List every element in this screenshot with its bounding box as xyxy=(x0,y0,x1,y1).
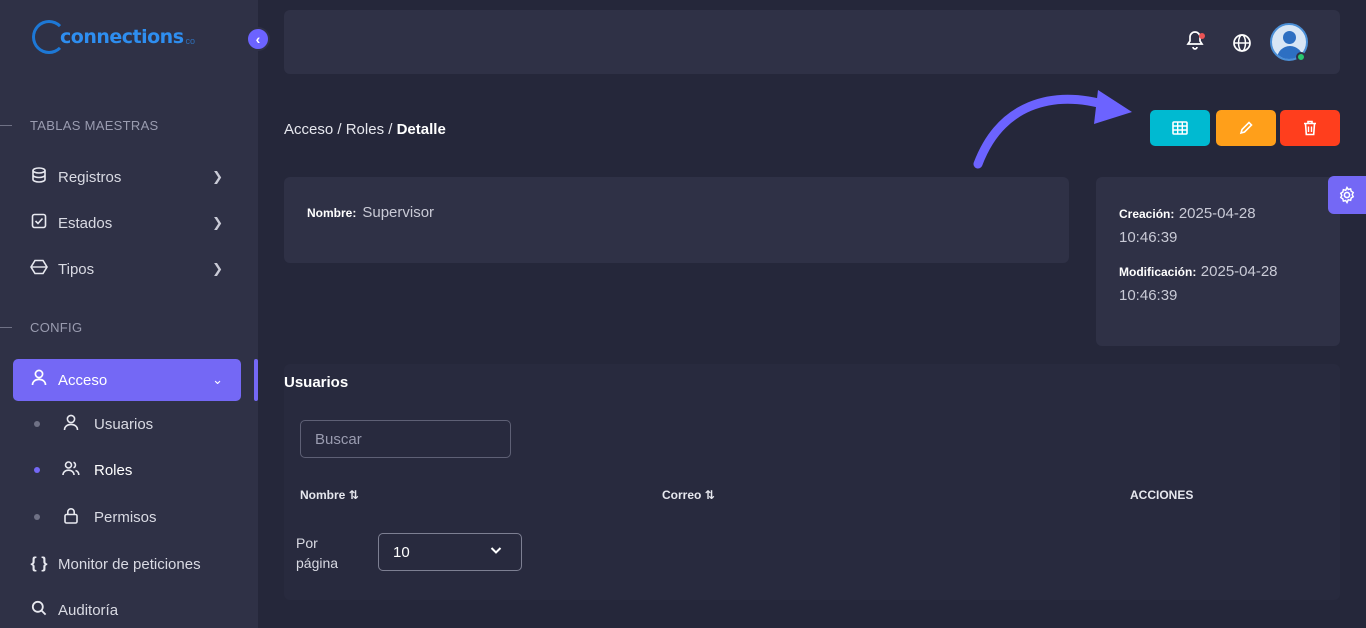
edit-button[interactable] xyxy=(1216,110,1276,146)
pencil-icon xyxy=(1239,121,1253,135)
brand-logo[interactable]: connections co xyxy=(32,20,195,54)
sidebar-item-estados[interactable]: Estados ❯ xyxy=(13,202,241,244)
users-icon xyxy=(62,460,80,480)
search-input[interactable] xyxy=(300,420,511,458)
active-indicator xyxy=(254,359,258,401)
timestamps-card: Creación: 2025-04-28 10:46:39 Modificaci… xyxy=(1096,177,1340,346)
sidebar-subitem-usuarios[interactable]: Usuarios xyxy=(34,406,153,442)
breadcrumb-roles[interactable]: Roles xyxy=(346,121,384,138)
users-title: Usuarios xyxy=(284,374,349,391)
section-tablas-maestras: TABLAS MAESTRAS xyxy=(0,118,258,133)
notification-dot xyxy=(1199,33,1205,39)
modified-value: 2025-04-28 xyxy=(1200,263,1278,280)
sidebar-item-registros[interactable]: Registros ❯ xyxy=(13,156,241,198)
brand-name: connections xyxy=(60,26,184,48)
chevron-right-icon: ❯ xyxy=(212,261,223,276)
created-time: 10:46:39 xyxy=(1119,229,1178,246)
modified-label: Modificación: xyxy=(1119,265,1197,279)
settings-gear-button[interactable] xyxy=(1328,176,1366,214)
name-value: Supervisor xyxy=(362,204,435,221)
logo-icon xyxy=(32,20,66,54)
collapse-sidebar-button[interactable]: ‹ xyxy=(246,27,270,51)
search-icon xyxy=(30,600,48,621)
sort-icon: ⇅ xyxy=(704,488,715,502)
name-label: Nombre: xyxy=(307,206,357,220)
role-detail-card: Nombre: Supervisor xyxy=(284,177,1069,263)
checkbox-icon xyxy=(30,213,48,234)
column-header-correo[interactable]: Correo ⇅ xyxy=(662,488,715,502)
sidebar-item-tipos[interactable]: Tipos ❯ xyxy=(13,248,241,290)
chevron-down-icon xyxy=(489,543,503,560)
per-page-label: Por página xyxy=(296,535,339,571)
shapes-icon xyxy=(30,259,48,280)
sidebar-item-acceso[interactable]: Acceso ⌄ xyxy=(13,359,241,401)
column-header-nombre[interactable]: Nombre ⇅ xyxy=(300,488,359,502)
modified-time: 10:46:39 xyxy=(1119,287,1178,304)
per-page-select[interactable]: 10 xyxy=(378,533,522,571)
sort-icon: ⇅ xyxy=(348,488,359,502)
chevron-down-icon: ⌄ xyxy=(212,372,223,387)
pointer-arrow xyxy=(973,90,1132,169)
chevron-right-icon: ❯ xyxy=(212,169,223,184)
sidebar-item-monitor[interactable]: { } Monitor de peticiones xyxy=(13,543,241,585)
view-grid-button[interactable] xyxy=(1150,110,1210,146)
created-value: 2025-04-28 xyxy=(1178,205,1256,222)
database-icon xyxy=(30,166,48,188)
delete-button[interactable] xyxy=(1280,110,1340,146)
braces-icon: { } xyxy=(30,555,48,572)
user-icon xyxy=(62,414,80,435)
trash-icon xyxy=(1304,120,1316,136)
chevron-right-icon: ❯ xyxy=(212,215,223,230)
sidebar-subitem-permisos[interactable]: Permisos xyxy=(34,499,157,535)
breadcrumb: Acceso / Roles / Detalle xyxy=(284,121,446,138)
breadcrumb-acceso[interactable]: Acceso xyxy=(284,121,333,138)
brand-suffix: co xyxy=(185,36,196,46)
column-header-acciones: ACCIONES xyxy=(1130,488,1194,502)
globe-icon[interactable] xyxy=(1232,33,1252,58)
sidebar-item-auditoria[interactable]: Auditoría xyxy=(13,589,241,628)
online-status-dot xyxy=(1296,52,1306,62)
sidebar-subitem-roles[interactable]: Roles xyxy=(34,452,132,488)
created-label: Creación: xyxy=(1119,207,1175,221)
top-bar xyxy=(284,10,1340,74)
gear-icon xyxy=(1339,186,1355,204)
section-config: CONFIG xyxy=(0,320,258,335)
breadcrumb-current: Detalle xyxy=(396,121,446,138)
lock-icon xyxy=(62,507,80,528)
user-icon xyxy=(30,369,48,391)
table-icon xyxy=(1172,121,1188,135)
sidebar: connections co TABLAS MAESTRAS Registros… xyxy=(0,0,258,628)
